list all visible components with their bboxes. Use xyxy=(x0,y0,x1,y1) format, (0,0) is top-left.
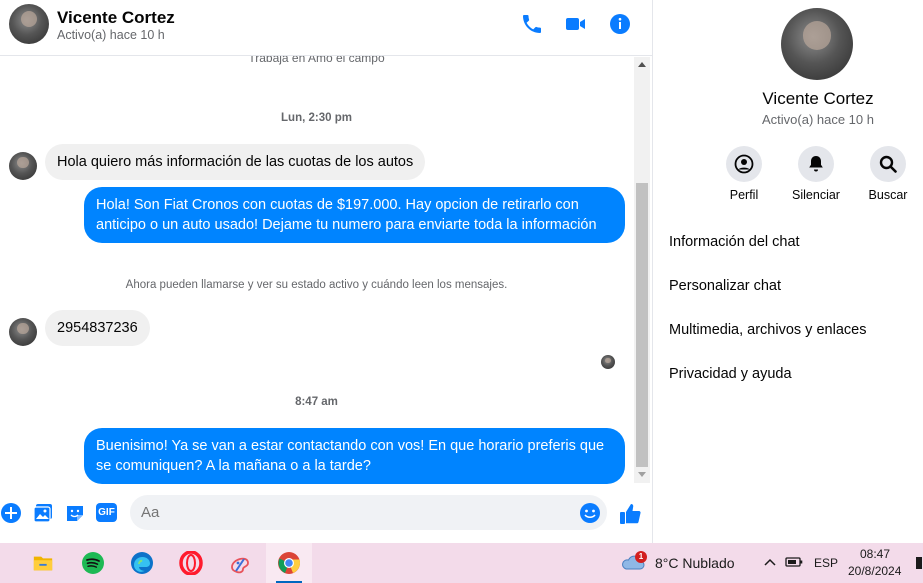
paint-icon[interactable] xyxy=(217,543,263,583)
info-icon[interactable] xyxy=(608,12,632,36)
panel-contact-name: Vicente Cortez xyxy=(762,89,874,108)
timestamp: 8:47 am xyxy=(295,396,338,408)
seen-avatar xyxy=(601,355,615,369)
outgoing-message[interactable]: Buenisimo! Ya se van a estar contactando… xyxy=(84,428,625,484)
message-list: Trabaja en Amo el campo Lun, 2:30 pm Hol… xyxy=(0,56,633,486)
panel-contact-status: Activo(a) hace 10 h xyxy=(761,112,874,127)
image-icon[interactable] xyxy=(32,502,54,524)
opera-icon[interactable] xyxy=(168,543,214,583)
battery-network-icon[interactable] xyxy=(785,555,803,569)
incoming-message[interactable]: Hola quiero más información de las cuota… xyxy=(45,144,426,180)
chat-info-panel: Vicente Cortez Activo(a) hace 10 h Perfi… xyxy=(653,0,923,543)
plus-icon[interactable] xyxy=(0,502,22,524)
chat-column: Vicente Cortez Activo(a) hace 10 h Traba… xyxy=(0,0,652,543)
system-note: Ahora pueden llamarse y ver su estado ac… xyxy=(125,279,508,291)
bell-icon xyxy=(798,146,834,182)
contact-info-note: Trabaja en Amo el campo xyxy=(248,56,385,65)
profile-button[interactable]: Perfil xyxy=(708,146,780,202)
scroll-down-arrow[interactable] xyxy=(638,472,646,477)
scrollbar[interactable] xyxy=(634,57,650,483)
mute-label: Silenciar xyxy=(792,188,840,202)
sticker-icon[interactable] xyxy=(64,502,86,524)
notification-badge: 1 xyxy=(635,551,647,563)
outgoing-message[interactable]: Hola! Son Fiat Cronos con cuotas de $197… xyxy=(84,187,625,243)
profile-icon xyxy=(726,146,762,182)
gif-label: GIF xyxy=(96,503,117,522)
customize-chat-item[interactable]: Personalizar chat xyxy=(669,278,781,294)
gif-icon[interactable]: GIF xyxy=(96,502,118,524)
edge-icon[interactable] xyxy=(119,543,165,583)
contact-name[interactable]: Vicente Cortez xyxy=(57,8,175,28)
timestamp: Lun, 2:30 pm xyxy=(281,112,352,124)
clock-date[interactable]: 20/8/2024 xyxy=(848,564,901,578)
media-files-links-item[interactable]: Multimedia, archivos y enlaces xyxy=(669,322,866,338)
spotify-icon[interactable] xyxy=(70,543,116,583)
incoming-message[interactable]: 2954837236 xyxy=(45,310,150,346)
video-camera-icon[interactable] xyxy=(564,12,588,36)
avatar[interactable] xyxy=(781,8,853,80)
notification-icon[interactable] xyxy=(916,557,922,569)
chat-info-item[interactable]: Información del chat xyxy=(669,234,800,250)
mute-button[interactable]: Silenciar xyxy=(780,146,852,202)
messenger-window: Vicente Cortez Activo(a) hace 10 h Traba… xyxy=(0,0,923,543)
scroll-up-arrow[interactable] xyxy=(638,62,646,67)
privacy-help-item[interactable]: Privacidad y ayuda xyxy=(669,366,792,382)
search-icon xyxy=(870,146,906,182)
chevron-up-icon[interactable] xyxy=(764,556,776,568)
taskbar: 8°C Nublado ESP 08:47 20/8/2024 xyxy=(0,543,923,583)
search-button[interactable]: Buscar xyxy=(852,146,923,202)
profile-label: Perfil xyxy=(729,188,759,202)
message-input[interactable] xyxy=(130,495,607,530)
language-indicator[interactable]: ESP xyxy=(814,556,838,570)
weather-text[interactable]: 8°C Nublado xyxy=(655,555,735,571)
emoji-icon[interactable] xyxy=(579,502,601,524)
chrome-icon[interactable] xyxy=(266,543,312,583)
contact-status: Activo(a) hace 10 h xyxy=(57,28,165,42)
like-icon[interactable] xyxy=(618,502,642,526)
composer: GIF xyxy=(0,492,652,536)
search-label: Buscar xyxy=(868,188,908,202)
avatar[interactable] xyxy=(9,318,37,346)
file-explorer-icon[interactable] xyxy=(20,543,66,583)
avatar[interactable] xyxy=(9,152,37,180)
phone-icon[interactable] xyxy=(520,12,544,36)
chat-header: Vicente Cortez Activo(a) hace 10 h xyxy=(0,0,652,56)
scroll-thumb[interactable] xyxy=(636,183,648,467)
avatar[interactable] xyxy=(9,4,49,44)
clock-time[interactable]: 08:47 xyxy=(860,547,890,561)
